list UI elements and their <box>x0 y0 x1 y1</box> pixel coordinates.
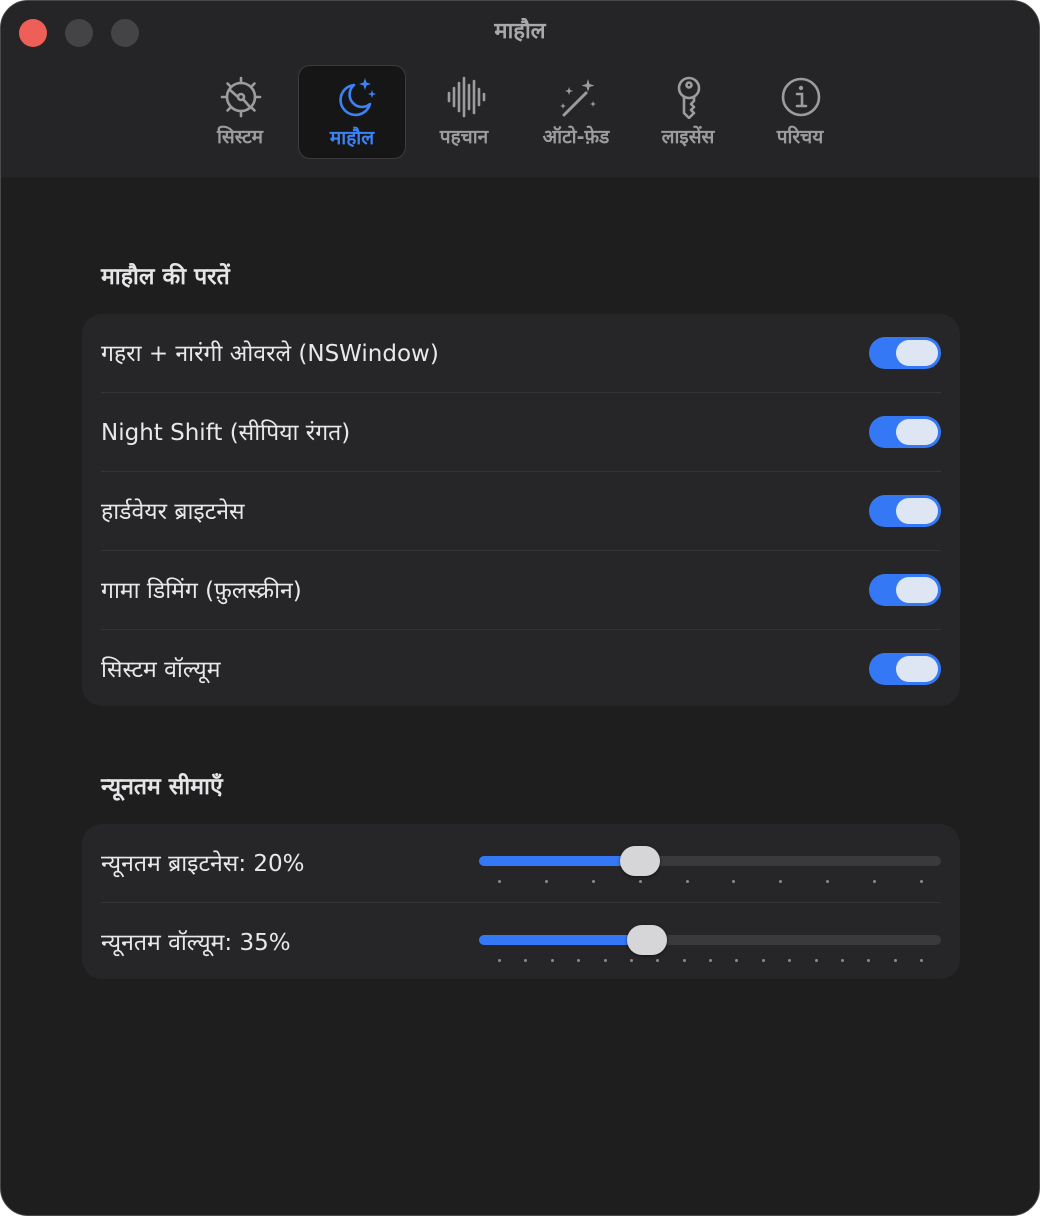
settings-window: माहौल सिस्टम माहौल पहचान ऑटो-फ़ेड लाइसें… <box>0 0 1040 1216</box>
tab-label: परिचय <box>776 126 824 148</box>
layer-row-overlay: गहरा + नारंगी ओवरले (NSWindow) <box>101 314 941 393</box>
tab-ambience[interactable]: माहौल <box>298 65 406 159</box>
slider-tick <box>840 959 844 962</box>
slider-label: न्यूनतम ब्राइटनेस: 20% <box>101 851 305 877</box>
layer-row-system-volume: सिस्टम वॉल्यूम <box>101 629 941 709</box>
slider-tick <box>761 959 765 962</box>
system-volume-toggle[interactable] <box>869 653 941 685</box>
slider-tick <box>709 959 712 962</box>
toggle-knob <box>896 419 938 445</box>
tab-system[interactable]: सिस्टम <box>186 65 294 159</box>
layer-label: गहरा + नारंगी ओवरले (NSWindow) <box>101 341 439 367</box>
slider-tick <box>682 959 686 962</box>
hardware-brightness-toggle[interactable] <box>869 495 941 527</box>
layer-label: Night Shift (सीपिया रंगत) <box>101 420 351 446</box>
tab-label: सिस्टम <box>216 126 264 148</box>
tab-recognition[interactable]: पहचान <box>410 65 518 159</box>
slider-tick <box>735 959 739 962</box>
waveform-icon <box>447 76 486 118</box>
layer-row-night-shift: Night Shift (सीपिया रंगत) <box>101 392 941 472</box>
gamma-dimming-toggle[interactable] <box>869 574 941 606</box>
slider-tick <box>920 959 923 962</box>
layer-label: हार्डवेयर ब्राइटनेस <box>101 499 245 525</box>
slider-tick <box>826 880 830 883</box>
tab-auto-fade[interactable]: ऑटो-फ़ेड <box>522 65 630 159</box>
tab-label: लाइसेंस <box>661 126 715 148</box>
toggle-knob <box>896 656 938 682</box>
toggle-knob <box>896 577 938 603</box>
slider-tick <box>577 959 581 962</box>
night-shift-toggle[interactable] <box>869 416 941 448</box>
min-brightness-slider[interactable] <box>479 846 941 886</box>
layer-row-hardware-brightness: हार्डवेयर ब्राइटनेस <box>101 471 941 551</box>
slider-tick <box>920 880 923 883</box>
slider-tick <box>788 959 792 962</box>
tab-about[interactable]: परिचय <box>746 65 854 159</box>
overlay-toggle[interactable] <box>869 337 941 369</box>
info-icon <box>781 77 821 117</box>
slider-thumb[interactable] <box>626 925 667 955</box>
gear-icon <box>220 76 262 118</box>
slider-tick <box>544 880 548 883</box>
moon-stars-icon <box>339 78 376 117</box>
slider-tick <box>656 959 660 962</box>
slider-tick <box>498 959 501 962</box>
tab-license[interactable]: लाइसेंस <box>634 65 742 159</box>
slider-tick <box>638 880 642 883</box>
min-volume-slider[interactable] <box>479 925 941 965</box>
limits-group: न्यूनतम ब्राइटनेस: 20% न्यूनतम वॉल्यूम: … <box>82 824 960 979</box>
layers-section-title: माहौल की परतें <box>101 264 230 290</box>
slider-tick <box>591 880 595 883</box>
slider-tick <box>814 959 818 962</box>
slider-tick <box>779 880 783 883</box>
slider-fill <box>479 935 647 945</box>
slider-tick <box>685 880 689 883</box>
toolbar: माहौल सिस्टम माहौल पहचान ऑटो-फ़ेड लाइसें… <box>1 1 1039 178</box>
layer-row-gamma-dimming: गामा डिमिंग (फ़ुलस्क्रीन) <box>101 550 941 630</box>
tab-label: ऑटो-फ़ेड <box>542 126 610 148</box>
layer-label: गामा डिमिंग (फ़ुलस्क्रीन) <box>101 578 302 604</box>
slider-tick <box>867 959 871 962</box>
slider-fill <box>479 856 640 866</box>
slider-tick <box>873 880 877 883</box>
limits-section-title: न्यूनतम सीमाएँ <box>101 774 223 800</box>
slider-label: न्यूनतम वॉल्यूम: 35% <box>101 930 291 956</box>
tab-label: पहचान <box>439 126 489 148</box>
slider-tick <box>524 959 528 962</box>
layer-label: सिस्टम वॉल्यूम <box>101 657 221 683</box>
slider-tick <box>550 959 554 962</box>
tab-label: माहौल <box>329 127 375 149</box>
slider-tick <box>893 959 897 962</box>
slider-row-brightness: न्यूनतम ब्राइटनेस: 20% <box>101 824 941 903</box>
slider-tick <box>732 880 736 883</box>
layers-group: गहरा + नारंगी ओवरले (NSWindow) Night Shi… <box>82 314 960 706</box>
slider-thumb[interactable] <box>619 846 660 876</box>
magic-wand-icon <box>560 79 596 117</box>
slider-tick <box>498 880 501 883</box>
slider-tick <box>603 959 607 962</box>
key-icon <box>677 76 701 119</box>
slider-tick <box>629 959 633 962</box>
slider-row-volume: न्यूनतम वॉल्यूम: 35% <box>101 902 941 982</box>
toggle-knob <box>896 498 938 524</box>
toggle-knob <box>896 340 938 366</box>
window-title: माहौल <box>494 19 546 44</box>
